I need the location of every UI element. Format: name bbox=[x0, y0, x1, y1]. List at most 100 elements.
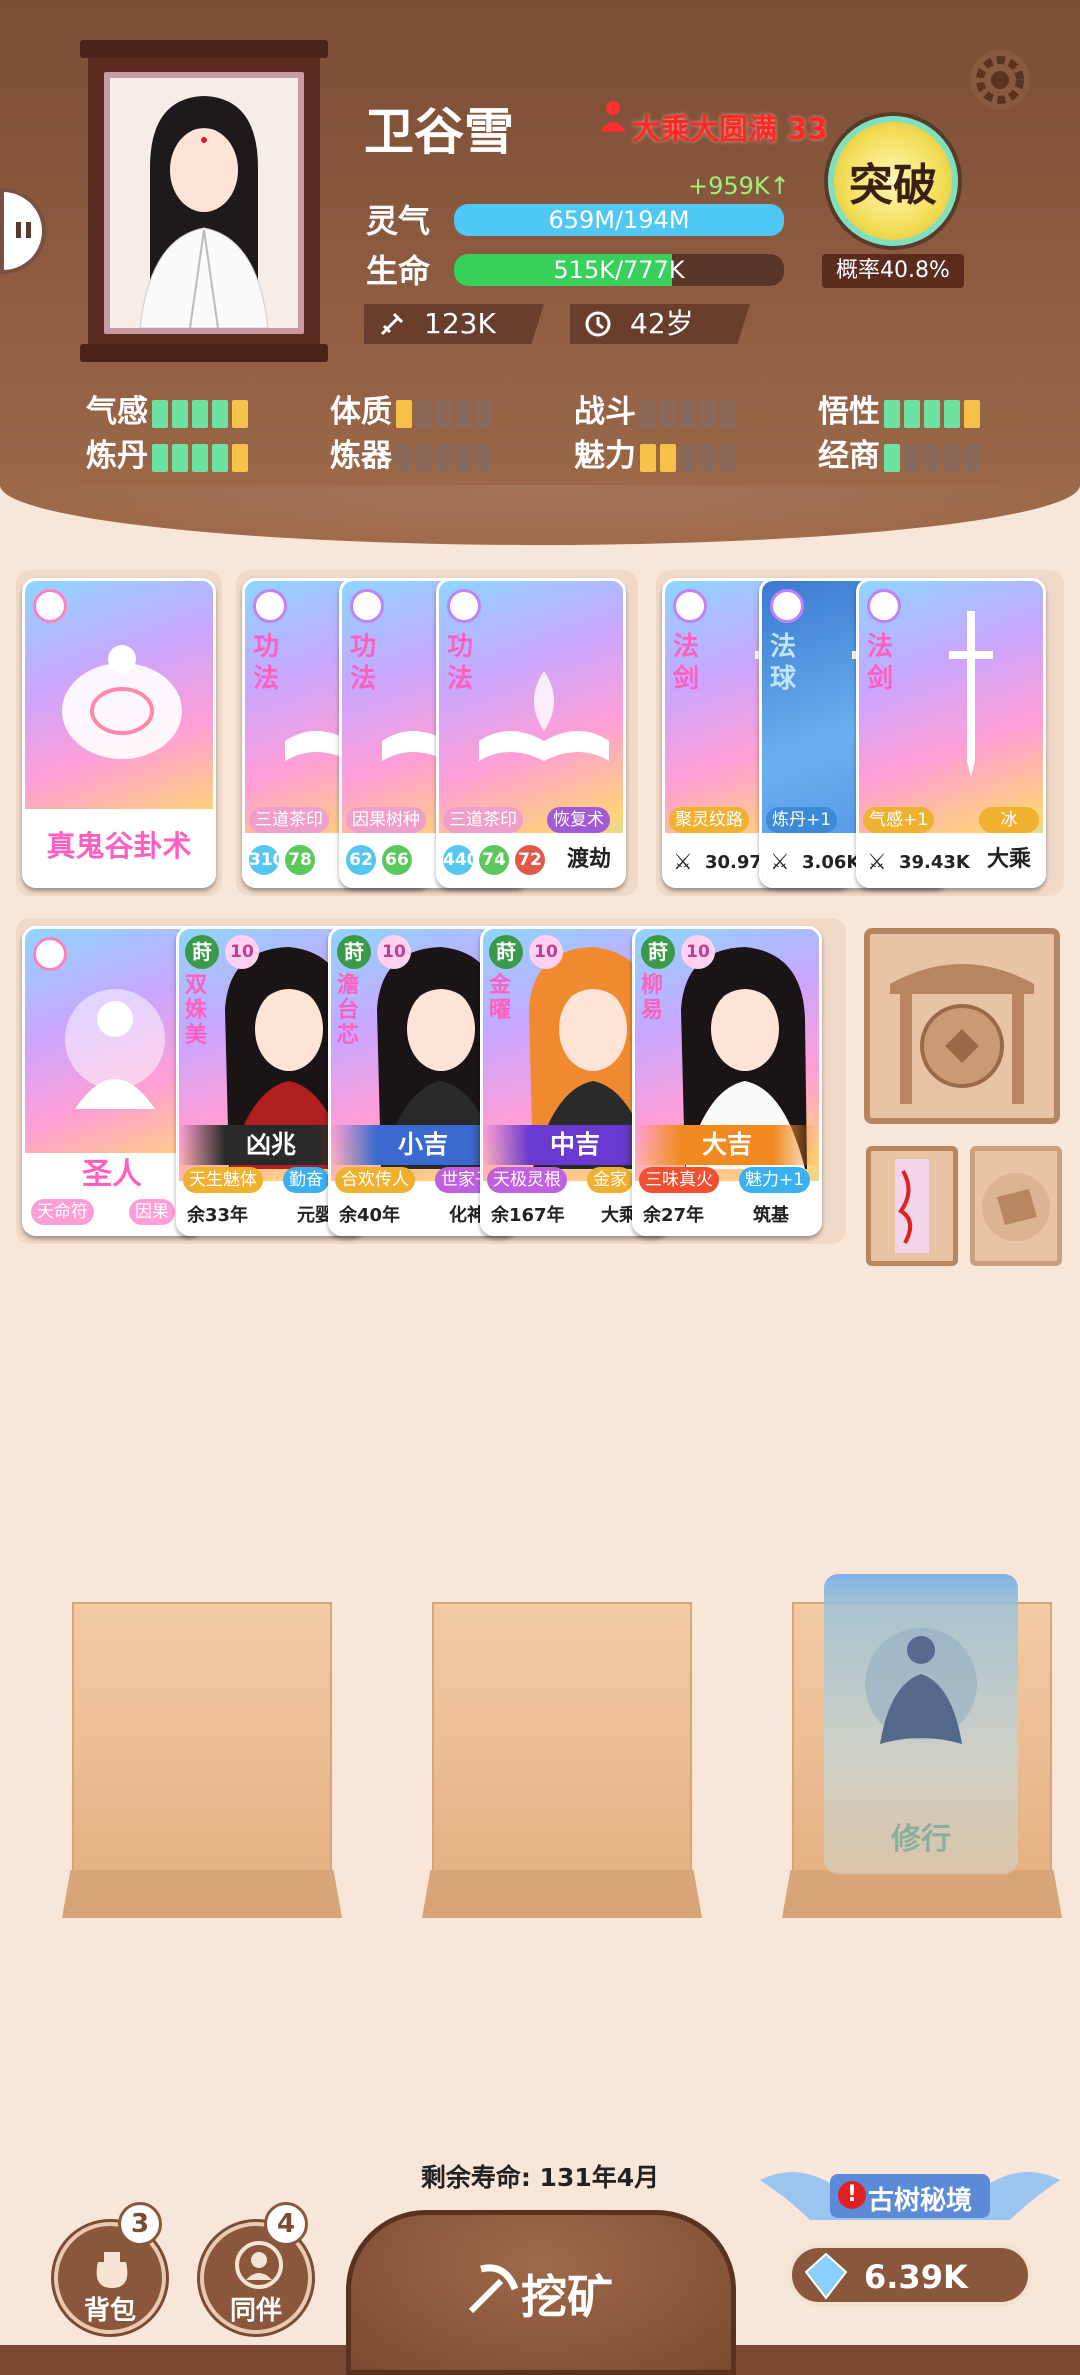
realm-icon bbox=[598, 98, 628, 134]
companion-badge: 莳 bbox=[489, 935, 523, 969]
character-name: 卫谷雪 bbox=[364, 103, 514, 161]
realm-label: 大乘大圆满 33 bbox=[632, 112, 828, 146]
bag-icon bbox=[96, 2252, 128, 2288]
attribute-segment bbox=[720, 443, 736, 472]
stat-circle: 78 bbox=[285, 845, 315, 875]
weapon-tag: 聚灵纹路 bbox=[669, 807, 749, 833]
divination-card[interactable]: 真鬼谷卦术 bbox=[22, 578, 216, 888]
technique-tag: 因果树种 bbox=[346, 807, 426, 833]
sage-rarity-icon bbox=[33, 937, 67, 971]
attribute-segment bbox=[904, 443, 920, 472]
slot-base bbox=[422, 1870, 702, 1918]
attribute-segment bbox=[964, 443, 980, 472]
weapon-tag: 冰 bbox=[979, 807, 1039, 833]
companion-badge: 莳 bbox=[337, 935, 371, 969]
partner-icon bbox=[235, 2241, 283, 2289]
attribute-segment bbox=[660, 399, 676, 428]
weapon-sword-icon: ⚔ bbox=[770, 850, 790, 875]
attribute-segment bbox=[172, 443, 188, 472]
weapon-type: 法剑 bbox=[867, 632, 894, 694]
secret-realm-banner[interactable]: ! 古树秘境 bbox=[760, 2160, 1060, 2230]
attribute-segment bbox=[660, 443, 676, 472]
turtle-icon bbox=[62, 645, 182, 759]
companion-name: 双姝美 bbox=[185, 973, 208, 1048]
breakthrough-button[interactable]: 突破 bbox=[828, 116, 958, 246]
companion-badge: 莳 bbox=[641, 935, 675, 969]
attribute-label: 气感 bbox=[86, 394, 148, 430]
empty-slot[interactable] bbox=[432, 1602, 692, 1902]
breakthrough-probability: 概率40.8% bbox=[822, 254, 964, 288]
sage-tag: 因果 bbox=[129, 1199, 175, 1225]
empty-slot[interactable] bbox=[72, 1602, 332, 1902]
attribute-segment bbox=[700, 443, 716, 472]
book-icon bbox=[253, 589, 287, 623]
technique-tag: 恢复术 bbox=[547, 807, 610, 833]
partner-label: 同伴 bbox=[229, 2296, 282, 2326]
technique-card[interactable]: 功法 三道茶印 恢复术 440 74 72 渡劫 bbox=[436, 578, 626, 888]
weapon-card[interactable]: 法剑气感+1 冰 ⚔ 39.43K 大乘 bbox=[856, 578, 1046, 888]
talisman-button[interactable] bbox=[866, 1146, 958, 1266]
stat-circle: 66 bbox=[382, 845, 412, 875]
attribute-segment bbox=[456, 399, 472, 428]
slot-base bbox=[782, 1870, 1062, 1918]
level-badge: 10 bbox=[681, 935, 715, 969]
companion-trait: 魅力+1 bbox=[739, 1167, 811, 1193]
attribute-segment bbox=[192, 399, 208, 428]
attribute-segment bbox=[680, 399, 696, 428]
gear-icon[interactable] bbox=[964, 44, 1036, 116]
attribute-segment bbox=[456, 443, 472, 472]
divination-title: 真鬼谷卦术 bbox=[46, 829, 192, 863]
gem-value: 6.39K bbox=[864, 2258, 968, 2296]
companion-lifespan: 余167年 bbox=[491, 1205, 565, 1226]
sage-card[interactable]: 圣人 天命符 因果 bbox=[22, 926, 202, 1236]
companion-trait: 金家 bbox=[587, 1167, 633, 1193]
attribute-segment bbox=[436, 443, 452, 472]
life-label: 生命 bbox=[366, 252, 431, 290]
attribute-label: 战斗 bbox=[574, 394, 636, 430]
practice-label: 修行 bbox=[891, 1822, 951, 1857]
weapon-power: 39.43K bbox=[899, 852, 970, 873]
attribute-7: 经商 bbox=[818, 430, 984, 475]
yinyang-icon bbox=[33, 589, 67, 623]
weapon-power: 3.06K bbox=[802, 852, 861, 873]
attribute-segment bbox=[924, 443, 940, 472]
companion-lifespan: 余27年 bbox=[643, 1205, 705, 1226]
attribute-segment bbox=[396, 443, 412, 472]
technique-tag: 三道茶印 bbox=[443, 807, 523, 833]
attribute-segment bbox=[700, 399, 716, 428]
sage-title: 圣人 bbox=[82, 1157, 142, 1192]
weapon-tag: 气感+1 bbox=[863, 807, 935, 833]
practice-card[interactable]: 修行 bbox=[824, 1574, 1018, 1874]
weapon-type: 法球 bbox=[770, 632, 797, 694]
attribute-segment bbox=[944, 399, 960, 428]
life-bar: 515K/777K bbox=[454, 254, 784, 286]
companion-trait: 天极灵根 bbox=[487, 1167, 567, 1193]
attribute-segment bbox=[964, 399, 980, 428]
secret-realm-label: 古树秘境 bbox=[868, 2186, 973, 2216]
bag-label: 背包 bbox=[83, 2296, 136, 2326]
gem-counter[interactable]: 6.39K bbox=[788, 2244, 1032, 2306]
weapon-sword-icon: ⚔ bbox=[867, 850, 887, 875]
spirit-value: 659M/194M bbox=[548, 206, 690, 234]
attribute-label: 炼器 bbox=[330, 438, 392, 474]
attribute-segment bbox=[396, 399, 412, 428]
companion-card[interactable]: 莳 10 柳易 大吉 三味真火 魅力+1 余27年 筑基 bbox=[632, 926, 822, 1236]
level-badge: 10 bbox=[529, 935, 563, 969]
character-portrait[interactable] bbox=[104, 72, 304, 334]
shrine-gong-button[interactable] bbox=[864, 928, 1060, 1124]
attribute-6: 魅力 bbox=[574, 430, 740, 475]
mine-button[interactable]: 挖矿 bbox=[346, 2210, 736, 2375]
scroll-map-button[interactable] bbox=[970, 1146, 1062, 1266]
attribute-label: 体质 bbox=[330, 394, 392, 430]
level-badge: 10 bbox=[225, 935, 259, 969]
meditation-icon bbox=[865, 1628, 977, 1744]
attribute-0: 气感 bbox=[86, 386, 252, 431]
weapon-realm: 大乘 bbox=[986, 847, 1031, 872]
stat-circle: 310 bbox=[249, 845, 285, 875]
side-menu-tab[interactable] bbox=[0, 188, 46, 274]
attribute-segment bbox=[924, 399, 940, 428]
attribute-segment bbox=[904, 399, 920, 428]
attribute-segment bbox=[416, 443, 432, 472]
level-badge: 10 bbox=[377, 935, 411, 969]
sword-icon bbox=[378, 310, 406, 342]
